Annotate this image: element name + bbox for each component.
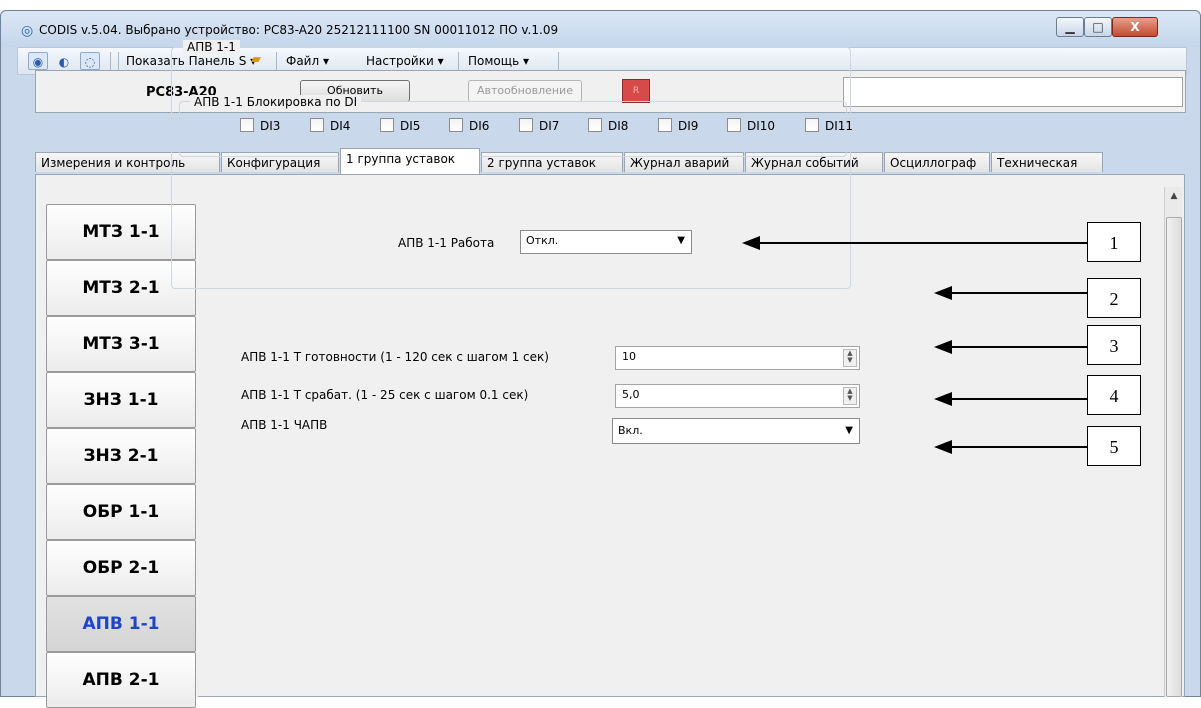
sidebar-item-obr-1[interactable]: ОБР 1-1 [46,484,196,540]
arrow-head-icon [934,392,952,406]
di10-checkbox[interactable]: DI10 [727,118,775,134]
arrow-head-icon [934,340,952,354]
di8-checkbox[interactable]: DI8 [588,118,628,134]
toolbar-separator [110,52,111,72]
status-field [843,77,1183,107]
callout-arrow-5 [950,446,1088,448]
apv-work-select[interactable]: Откл. ▼ [520,230,692,254]
di9-checkbox[interactable]: DI9 [658,118,698,134]
callout-arrow-1 [758,242,1088,244]
di4-checkbox[interactable]: DI4 [310,118,350,134]
window-title: CODIS v.5.04. Выбрано устройство: PC83-A… [39,23,559,37]
scrollbar-thumb[interactable] [1166,217,1182,697]
di5-checkbox[interactable]: DI5 [380,118,420,134]
app-globe-icon: ◎ [21,23,34,39]
di6-checkbox[interactable]: DI6 [449,118,489,134]
di3-checkbox[interactable]: DI3 [240,118,280,134]
callout-number-2: 2 [1087,278,1141,318]
sidebar-item-znz-2[interactable]: ЗНЗ 2-1 [46,428,196,484]
arrow-head-icon [934,286,952,300]
spin-arrows-icon[interactable]: ▲ ▼ [843,387,857,405]
callout-number-3: 3 [1087,325,1141,365]
t-ready-label: АПВ 1-1 Т готовности (1 - 120 сек с шаго… [241,350,549,364]
scroll-up-icon[interactable]: ▲ [1167,191,1181,203]
tab-settings-group-1[interactable]: 1 группа уставок [340,148,480,174]
search-device-icon[interactable]: ◐ [54,52,74,70]
tab-oscillograph[interactable]: Осциллограф [884,152,990,172]
callout-arrow-2 [950,292,1088,294]
di-block-group-title: АПВ 1-1 Блокировка по DI [190,95,362,109]
chapv-select[interactable]: Вкл. ▼ [612,418,860,444]
chevron-down-icon: ▼ [677,235,685,246]
tab-technical[interactable]: Техническая [991,152,1103,172]
chevron-down-icon: ▼ [845,425,853,436]
sidebar-item-obr-2[interactable]: ОБР 2-1 [46,540,196,596]
di7-checkbox[interactable]: DI7 [519,118,559,134]
spin-arrows-icon[interactable]: ▲ ▼ [843,349,857,367]
apv-group-box [171,47,851,289]
minimize-button[interactable]: ▁ [1056,17,1084,37]
sidebar-item-apv-2[interactable]: АПВ 2-1 [46,652,196,708]
apv-work-value: Откл. [526,234,559,247]
t-ready-value: 10 [622,350,636,363]
close-button[interactable]: X [1112,17,1158,37]
vertical-scrollbar[interactable]: ▲ [1164,187,1182,697]
callout-number-1: 1 [1087,222,1141,262]
callout-number-5: 5 [1087,426,1141,466]
toolbar-separator [118,52,119,72]
chapv-value: Вкл. [618,424,643,437]
t-ready-spinner[interactable]: 10 ▲ ▼ [615,346,860,370]
callout-number-4: 4 [1087,375,1141,415]
disconnect-icon[interactable]: ◌ [80,52,100,70]
sidebar-item-znz-1[interactable]: ЗНЗ 1-1 [46,372,196,428]
di11-checkbox[interactable]: DI11 [805,118,853,134]
chapv-label: АПВ 1-1 ЧАПВ [241,418,328,432]
t-trip-value: 5,0 [622,388,640,401]
callout-arrow-4 [950,398,1088,400]
callout-arrow-3 [950,346,1088,348]
arrow-head-icon [742,236,760,250]
maximize-button[interactable]: □ [1084,17,1112,37]
t-trip-spinner[interactable]: 5,0 ▲ ▼ [615,384,860,408]
sidebar-item-apv-1[interactable]: АПВ 1-1 [46,596,196,652]
apv-group-title: АПВ 1-1 [183,40,240,54]
connect-icon[interactable]: ◉ [28,52,48,70]
title-bar: ◎ CODIS v.5.04. Выбрано устройство: PC83… [1,11,1200,47]
apv-work-label: АПВ 1-1 Работа [398,236,495,250]
sidebar-item-mtz-3[interactable]: МТЗ 3-1 [46,316,196,372]
t-trip-label: АПВ 1-1 Т срабат. (1 - 25 сек с шагом 0.… [241,388,529,402]
arrow-head-icon [934,440,952,454]
